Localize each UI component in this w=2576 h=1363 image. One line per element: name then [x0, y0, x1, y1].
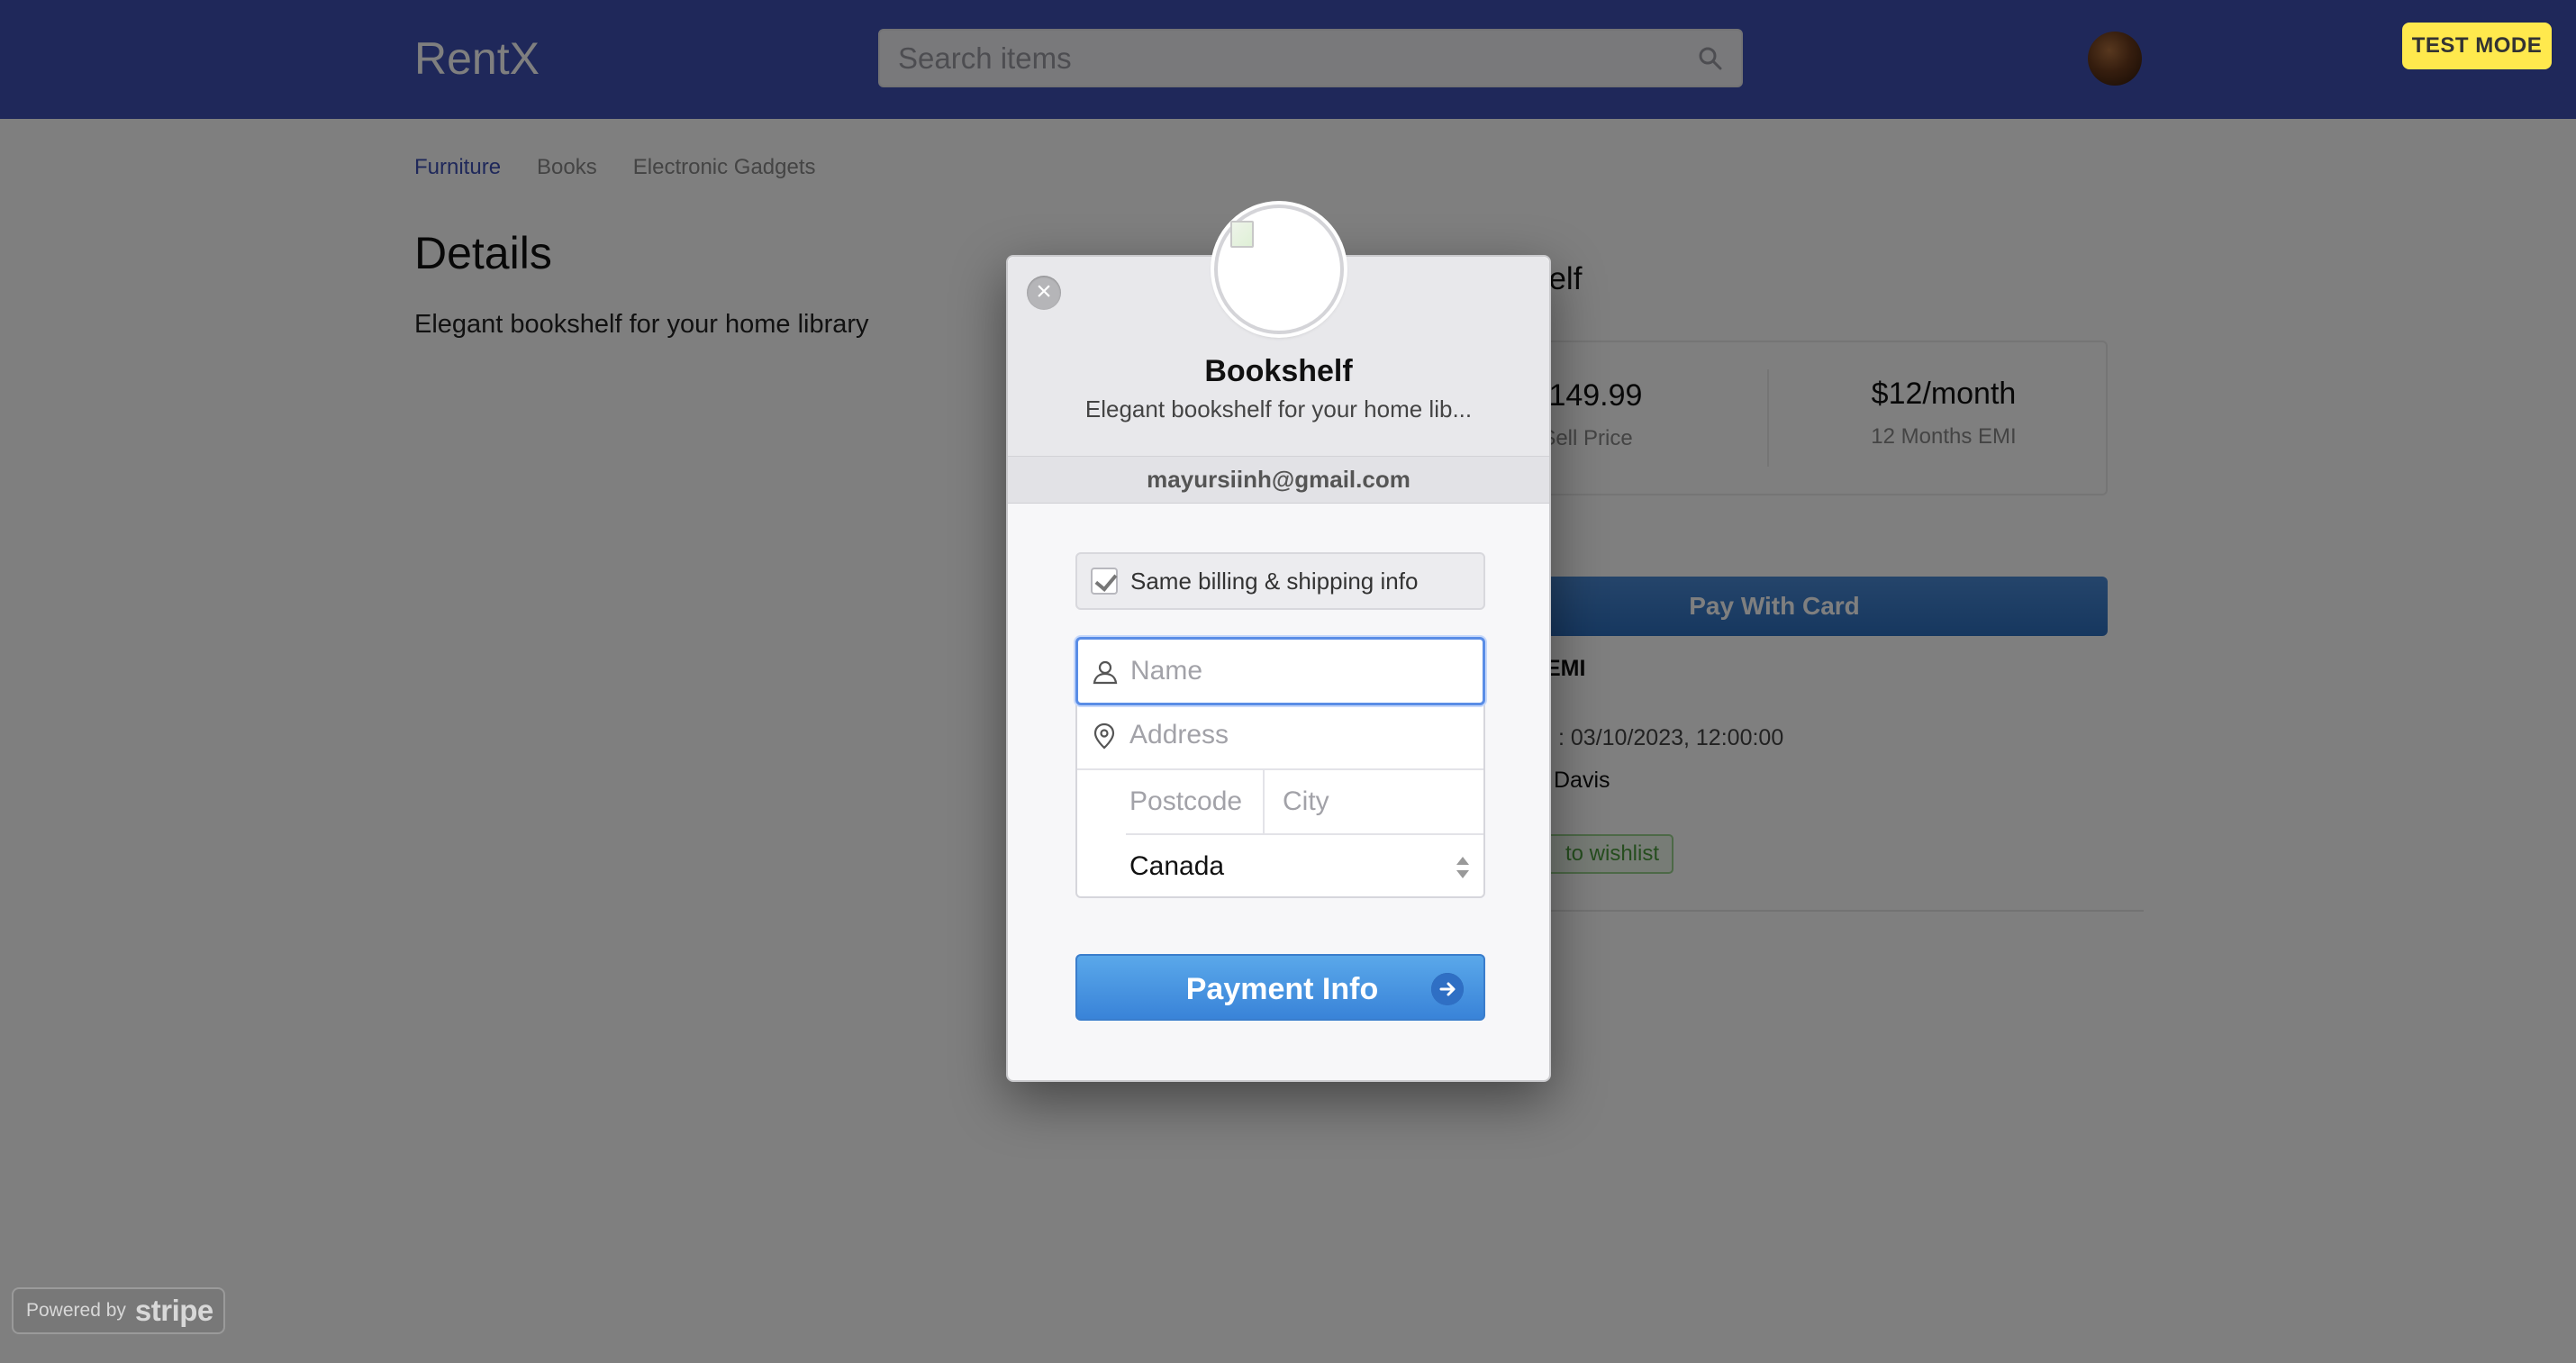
address-placeholder: Address	[1129, 720, 1229, 750]
address-fields: Address Postcode City Canada Name	[1075, 637, 1485, 898]
postcode-placeholder: Postcode	[1129, 786, 1243, 816]
stripe-checkout-modal: × Bookshelf Elegant bookshelf for your h…	[1006, 204, 1551, 1082]
location-pin-icon	[1093, 722, 1115, 750]
payment-info-button[interactable]: Payment Info	[1075, 954, 1485, 1021]
user-icon	[1093, 660, 1118, 685]
powered-by-stripe-badge[interactable]: Powered by stripe	[12, 1287, 225, 1334]
close-button[interactable]: ×	[1027, 276, 1061, 310]
test-mode-badge: TEST MODE	[2402, 23, 2552, 69]
same-billing-checkbox[interactable]	[1091, 568, 1118, 595]
address-field[interactable]: Address	[1077, 705, 1483, 770]
broken-image-icon	[1230, 221, 1254, 248]
same-billing-label: Same billing & shipping info	[1130, 567, 1419, 595]
same-billing-toggle[interactable]: Same billing & shipping info	[1075, 552, 1485, 610]
checkout-subtitle: Elegant bookshelf for your home lib...	[1084, 395, 1473, 423]
select-arrows-icon	[1456, 857, 1469, 878]
country-value: Canada	[1129, 851, 1225, 881]
city-placeholder: City	[1283, 786, 1329, 816]
checkout-form: Same billing & shipping info Address Pos…	[1008, 504, 1549, 1080]
merchant-logo	[1214, 204, 1344, 334]
checkout-email: mayursiinh@gmail.com	[1008, 457, 1549, 504]
checkout-title: Bookshelf	[1204, 354, 1353, 388]
arrow-right-icon	[1431, 973, 1464, 1005]
name-placeholder: Name	[1130, 656, 1203, 686]
payment-info-label: Payment Info	[1185, 972, 1379, 1006]
stripe-wordmark: stripe	[134, 1294, 213, 1327]
name-field[interactable]: Name	[1075, 637, 1485, 705]
country-select[interactable]: Canada	[1126, 835, 1483, 898]
city-field[interactable]: City	[1265, 770, 1483, 835]
powered-by-label: Powered by	[26, 1300, 126, 1321]
postcode-field[interactable]: Postcode	[1126, 770, 1265, 835]
